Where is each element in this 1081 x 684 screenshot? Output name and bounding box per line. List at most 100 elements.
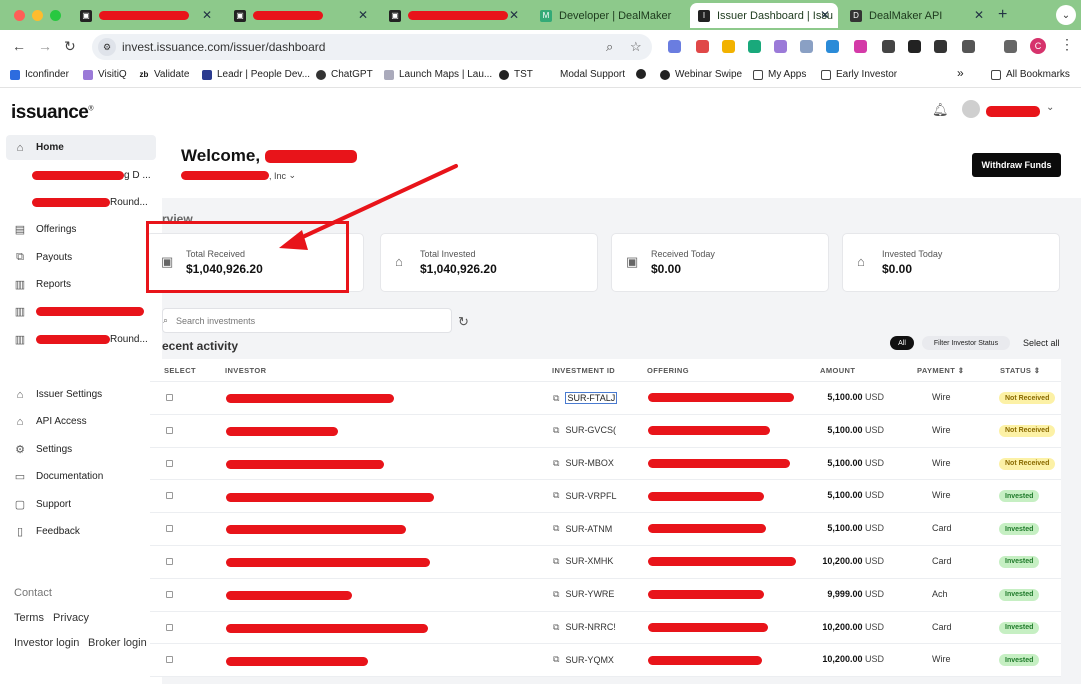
- issuance-logo[interactable]: issuance®: [11, 102, 93, 124]
- column-status[interactable]: STATUS ⇕: [1000, 366, 1040, 375]
- bookmark-folder[interactable]: My Apps: [753, 69, 806, 80]
- investment-id-cell[interactable]: ⧉ SUR-ATNM: [553, 523, 612, 534]
- copy-icon[interactable]: ⧉: [553, 654, 559, 665]
- sidebar-item-api-access[interactable]: ⌂ API Access: [6, 409, 156, 434]
- table-row[interactable]: ⧉ SUR-XMHK 10,200.00 USD Card Invested: [150, 546, 1061, 579]
- browser-tab-issuer-dashboard[interactable]: I Issuer Dashboard | Issu ✕: [690, 3, 838, 28]
- sidebar-item-settings[interactable]: ⚙ Settings: [6, 437, 156, 462]
- maximize-window-button[interactable]: [50, 10, 61, 21]
- table-row[interactable]: ⧉ SUR-FTALJ 5,100.00 USD Wire Not Received: [150, 382, 1061, 415]
- minimize-window-button[interactable]: [32, 10, 43, 21]
- broker-login-link[interactable]: Broker login: [88, 637, 147, 649]
- row-checkbox[interactable]: [166, 394, 173, 401]
- copy-icon[interactable]: ⧉: [553, 556, 559, 567]
- sidebar-item-payouts[interactable]: ⧉ Payouts: [6, 245, 156, 270]
- bookmark-item[interactable]: Iconfinder: [10, 69, 69, 80]
- investment-id-cell[interactable]: ⧉ SUR-YWRE: [553, 589, 614, 600]
- user-avatar[interactable]: [962, 100, 980, 118]
- bookmark-item[interactable]: zb Validate: [139, 69, 189, 80]
- company-selector[interactable]: , Inc ⌄: [181, 170, 296, 181]
- tab-search-chevron-icon[interactable]: ⌄: [1056, 5, 1076, 25]
- copy-icon[interactable]: ⧉: [553, 393, 559, 404]
- reading-list-icon[interactable]: [1004, 40, 1017, 53]
- row-checkbox[interactable]: [166, 525, 173, 533]
- close-tab-icon[interactable]: ✕: [509, 8, 519, 22]
- site-settings-icon[interactable]: ⚙: [98, 38, 116, 56]
- filter-investor-status-button[interactable]: Filter Investor Status: [922, 336, 1010, 350]
- close-tab-icon[interactable]: ✕: [974, 8, 984, 22]
- browser-tab-developer[interactable]: M Developer | DealMaker: [532, 3, 684, 28]
- bookmark-item[interactable]: Leadr | People Dev...: [202, 69, 310, 80]
- redacted-user-name[interactable]: [986, 106, 1040, 117]
- bookmark-item[interactable]: Modal Support: [560, 69, 625, 80]
- table-row[interactable]: ⧉ SUR-YQMX 10,200.00 USD Wire Invested: [150, 644, 1061, 678]
- bookmark-item[interactable]: VisitiQ: [83, 69, 127, 80]
- column-payment[interactable]: PAYMENT ⇕: [917, 366, 964, 375]
- bookmark-item[interactable]: Launch Maps | Lau...: [384, 69, 492, 80]
- browser-tab[interactable]: ▣ ✕: [226, 3, 376, 28]
- close-tab-icon[interactable]: ✕: [358, 8, 368, 22]
- extension-icon[interactable]: [696, 40, 709, 53]
- bookmark-item[interactable]: [636, 69, 651, 79]
- investment-id-cell[interactable]: ⧉ SUR-YQMX: [553, 654, 614, 665]
- more-bookmarks-button[interactable]: »: [957, 66, 964, 80]
- contact-link[interactable]: Contact: [14, 587, 52, 599]
- close-tab-icon[interactable]: ✕: [202, 8, 212, 22]
- extension-icon[interactable]: [722, 40, 735, 53]
- extension-icon[interactable]: [748, 40, 761, 53]
- extension-icon[interactable]: [826, 40, 839, 53]
- copy-icon[interactable]: ⧉: [553, 589, 559, 600]
- url-bar[interactable]: ⚙ invest.issuance.com/issuer/dashboard ⌕…: [92, 34, 652, 60]
- sidebar-item-feedback[interactable]: ▯ Feedback: [6, 519, 156, 544]
- table-row[interactable]: ⧉ SUR-NRRC! 10,200.00 USD Card Invested: [150, 612, 1061, 645]
- row-checkbox[interactable]: [166, 557, 173, 565]
- sidebar-item-documentation[interactable]: ▭ Documentation: [6, 464, 156, 489]
- sidebar-item-support[interactable]: ▢ Support: [6, 492, 156, 517]
- filter-all-button[interactable]: All: [890, 336, 914, 350]
- investment-id-cell[interactable]: ⧉ SUR-NRRC!: [553, 622, 616, 633]
- terms-link[interactable]: Terms: [14, 612, 44, 624]
- sidebar-item-report[interactable]: ▥: [6, 299, 156, 324]
- copy-icon[interactable]: ⧉: [553, 425, 559, 436]
- row-checkbox[interactable]: [166, 459, 173, 467]
- browser-menu-icon[interactable]: ⋮: [1060, 36, 1074, 53]
- investment-id-cell[interactable]: ⧉ SUR-VRPFL: [553, 490, 616, 501]
- select-all-button[interactable]: Select all: [1023, 338, 1060, 348]
- user-menu-chevron-icon[interactable]: ⌄: [1046, 102, 1054, 113]
- profile-avatar[interactable]: C: [1030, 38, 1046, 54]
- extension-icon[interactable]: [934, 40, 947, 53]
- extension-icon[interactable]: [908, 40, 921, 53]
- close-tab-icon[interactable]: ✕: [820, 8, 830, 22]
- row-checkbox[interactable]: [166, 590, 173, 598]
- sidebar-item-offerings[interactable]: ▤ Offerings: [6, 217, 156, 242]
- bookmark-item[interactable]: TST: [499, 69, 533, 80]
- bell-icon[interactable]: 🔔︎: [932, 102, 949, 118]
- extension-icon[interactable]: [774, 40, 787, 53]
- table-row[interactable]: ⧉ SUR-YWRE 9,999.00 USD Ach Invested: [150, 579, 1061, 612]
- extension-icon[interactable]: [854, 40, 867, 53]
- browser-tab[interactable]: ▣ ✕: [72, 3, 220, 28]
- sidebar-item-home[interactable]: ⌂ Home: [6, 135, 156, 160]
- bookmark-folder[interactable]: Early Investor: [821, 69, 897, 80]
- investment-id-cell[interactable]: ⧉ SUR-MBOX: [553, 458, 614, 469]
- browser-tab-dealmaker-api[interactable]: D DealMaker API ✕: [842, 3, 992, 28]
- extensions-puzzle-icon[interactable]: [962, 40, 975, 53]
- table-row[interactable]: ⧉ SUR-MBOX 5,100.00 USD Wire Not Received: [150, 448, 1061, 481]
- copy-icon[interactable]: ⧉: [553, 622, 559, 633]
- sidebar-item-issuer-settings[interactable]: ⌂ Issuer Settings: [6, 382, 156, 407]
- all-bookmarks-folder[interactable]: All Bookmarks: [991, 69, 1070, 80]
- row-checkbox[interactable]: [166, 492, 173, 500]
- copy-icon[interactable]: ⧉: [553, 523, 559, 534]
- privacy-link[interactable]: Privacy: [53, 612, 89, 624]
- sidebar-item-offering[interactable]: Round...: [6, 190, 156, 215]
- investment-id-cell[interactable]: ⧉ SUR-FTALJ: [553, 392, 618, 404]
- refresh-icon[interactable]: ↻: [458, 314, 469, 330]
- back-arrow-icon[interactable]: ←: [12, 38, 26, 54]
- table-row[interactable]: ⧉ SUR-VRPFL 5,100.00 USD Wire Invested: [150, 480, 1061, 514]
- extension-icon[interactable]: [800, 40, 813, 53]
- copy-icon[interactable]: ⧉: [553, 458, 559, 469]
- close-window-button[interactable]: [14, 10, 25, 21]
- sidebar-item-offering[interactable]: g D ...: [6, 163, 156, 188]
- copy-icon[interactable]: ⧉: [553, 490, 559, 501]
- table-row[interactable]: ⧉ SUR-ATNM 5,100.00 USD Card Invested: [150, 513, 1061, 546]
